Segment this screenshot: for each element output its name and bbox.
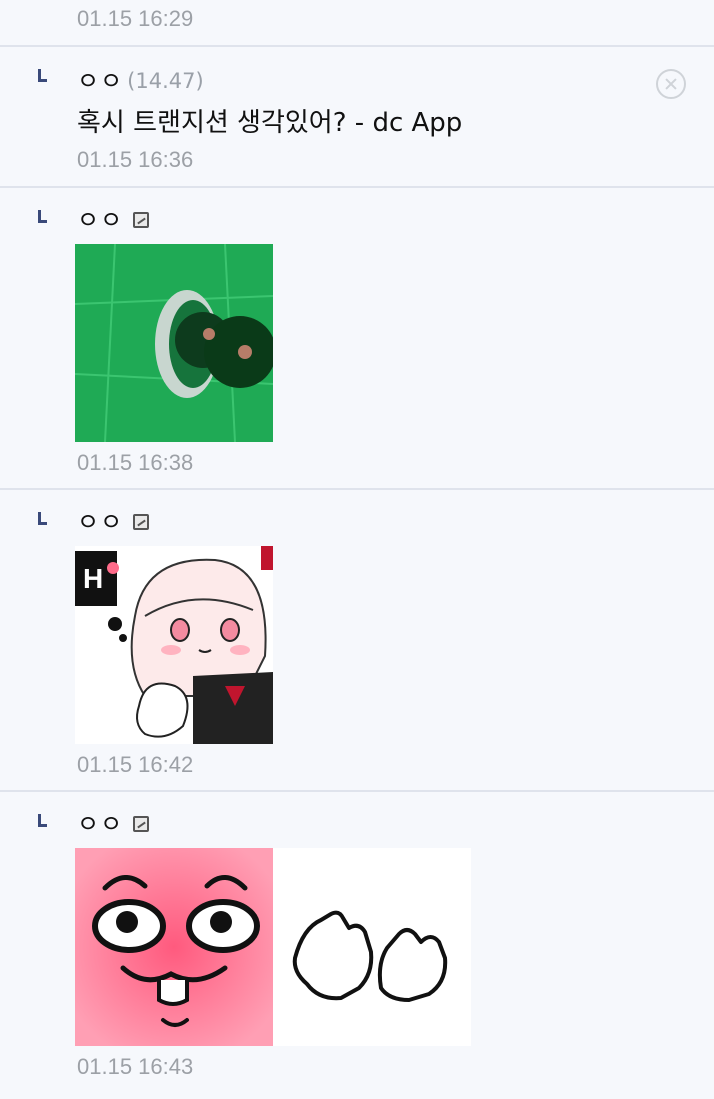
reply-date: 01.15 16:36: [77, 147, 194, 172]
reply-date: 01.15 16:29: [77, 6, 194, 31]
reply-item: ㅇㅇ 01.15 16:38: [0, 188, 714, 490]
reply-top-partial: 01.15 16:29: [0, 0, 714, 47]
reply-arrow-icon: [38, 814, 47, 827]
dccon-anime-girl-thinking: H: [75, 546, 273, 744]
gallog-icon[interactable]: [133, 212, 150, 228]
gallog-icon[interactable]: [133, 514, 150, 530]
reply-arrow-icon: [38, 512, 47, 525]
reply-item: ㅇㅇ 01.15 16:43: [0, 792, 714, 1097]
nickname[interactable]: ㅇㅇ: [77, 67, 123, 95]
reply-arrow-icon: [38, 210, 47, 223]
reply-item: ㅇㅇ H 01.15 16:42: [0, 490, 714, 792]
dccon-pink-face-sticker: [75, 848, 273, 1046]
dccon-clapping-hands-sticker: [273, 848, 471, 1046]
reply-text: 혹시 트랜지션 생각있어? - dc App: [77, 108, 463, 138]
reply-header: ㅇㅇ (14.47): [77, 67, 204, 95]
reply-arrow-icon: [38, 69, 47, 82]
reply-header: ㅇㅇ: [77, 206, 150, 234]
reply-date: 01.15 16:43: [77, 1054, 194, 1079]
reply-header: ㅇㅇ: [77, 508, 150, 536]
nickname[interactable]: ㅇㅇ: [77, 206, 123, 234]
gallog-icon[interactable]: [133, 816, 150, 832]
reply-header: ㅇㅇ: [77, 810, 150, 838]
nickname[interactable]: ㅇㅇ: [77, 508, 123, 536]
dccon-green-door-knob: [75, 244, 273, 442]
svg-text:H: H: [83, 563, 103, 594]
delete-reply-icon[interactable]: [656, 69, 686, 99]
nickname[interactable]: ㅇㅇ: [77, 810, 123, 838]
reply-item: ㅇㅇ (14.47) 혹시 트랜지션 생각있어? - dc App 01.15 …: [0, 47, 714, 188]
reply-date: 01.15 16:42: [77, 752, 194, 777]
ip-address: (14.47): [127, 69, 204, 93]
reply-date: 01.15 16:38: [77, 450, 194, 475]
